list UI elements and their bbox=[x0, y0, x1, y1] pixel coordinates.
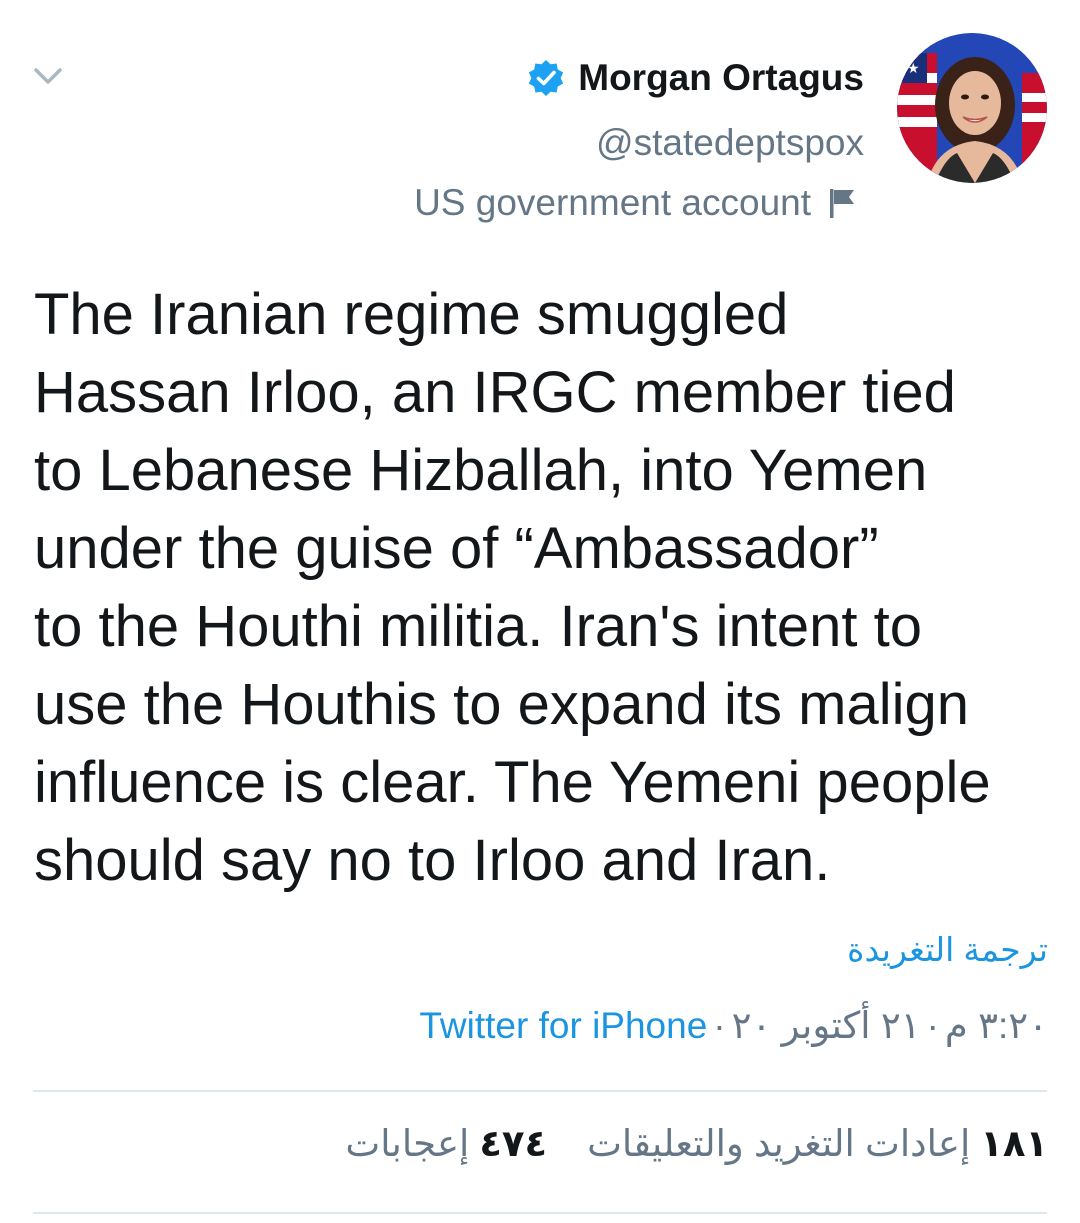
avatar[interactable]: ★ bbox=[897, 33, 1047, 183]
tweet-stats-row: ١٨١ إعادات التغريد والتعليقات ٤٧٤ إعجابا… bbox=[305, 1122, 1048, 1165]
government-account-text: US government account bbox=[414, 182, 811, 223]
divider bbox=[33, 1212, 1047, 1214]
retweets-label: إعادات التغريد والتعليقات bbox=[587, 1123, 971, 1164]
retweets-stat[interactable]: ١٨١ إعادات التغريد والتعليقات bbox=[587, 1122, 1048, 1165]
divider bbox=[33, 1090, 1047, 1092]
tweet-author-header: Morgan Ortagus @statedeptspox US governm… bbox=[414, 50, 864, 228]
translate-tweet-link[interactable]: ترجمة التغريدة bbox=[847, 930, 1048, 969]
chevron-down-icon[interactable] bbox=[30, 58, 66, 94]
separator-dot: · bbox=[926, 1004, 939, 1046]
flag-icon bbox=[825, 186, 859, 220]
retweets-count: ١٨١ bbox=[980, 1123, 1048, 1164]
likes-count: ٤٧٤ bbox=[479, 1123, 548, 1164]
author-display-name[interactable]: Morgan Ortagus bbox=[578, 57, 864, 99]
tweet-text: The Iranian regime smuggled Hassan Irloo… bbox=[34, 282, 991, 893]
government-account-label[interactable]: US government account bbox=[414, 178, 859, 228]
tweet-metadata-row: ٣:٢٠ م · ٢١ أكتوبر ٢٠ · Twitter for iPho… bbox=[419, 1004, 1048, 1047]
author-handle[interactable]: @statedeptspox bbox=[414, 118, 864, 168]
author-name-row[interactable]: Morgan Ortagus bbox=[414, 50, 864, 106]
likes-label: إعجابات bbox=[345, 1123, 470, 1164]
tweet-date[interactable]: ٢١ أكتوبر ٢٠ bbox=[732, 1004, 921, 1047]
tweet-time[interactable]: ٣:٢٠ م bbox=[945, 1004, 1048, 1047]
svg-text:★: ★ bbox=[907, 61, 920, 77]
separator-dot: · bbox=[713, 1004, 726, 1046]
likes-stat[interactable]: ٤٧٤ إعجابات bbox=[345, 1122, 547, 1165]
tweet-source-link[interactable]: Twitter for iPhone bbox=[419, 1005, 707, 1047]
verified-badge-icon bbox=[526, 58, 566, 98]
